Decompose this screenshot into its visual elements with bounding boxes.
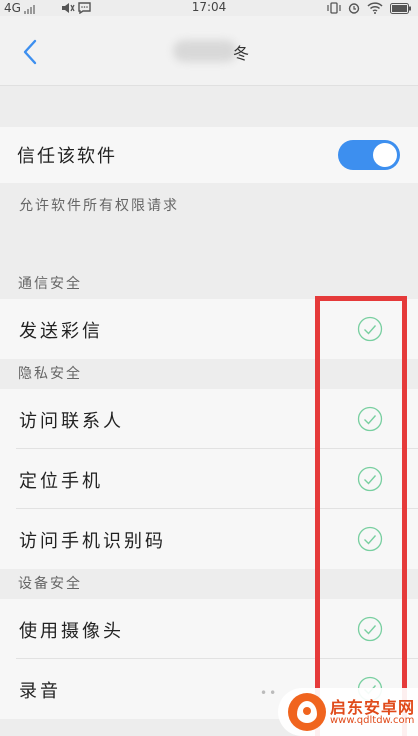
toggle-knob: [373, 143, 397, 167]
trust-app-label: 信任该软件: [17, 146, 117, 167]
permission-label: 使用摄像头: [19, 621, 124, 642]
permission-label: 录音: [19, 681, 61, 702]
permission-row-send-mms[interactable]: 发送彩信: [0, 299, 418, 359]
permission-label: 访问联系人: [19, 411, 124, 432]
trust-app-row: 信任该软件: [0, 127, 418, 183]
title-glyph: 冬: [233, 44, 250, 63]
battery-icon: [390, 2, 411, 14]
section-header-device: 设备安全: [18, 576, 82, 592]
watermark-dots: ••: [260, 686, 279, 700]
section-header-privacy: 隐私安全: [18, 366, 82, 382]
chevron-left-icon: [23, 39, 37, 65]
permission-label: 定位手机: [19, 471, 103, 492]
nav-bar: 冬: [0, 16, 418, 86]
check-circle-icon: [357, 616, 383, 642]
permission-label: 发送彩信: [19, 321, 103, 342]
watermark-logo-icon: [288, 693, 326, 731]
status-right: [327, 0, 412, 16]
permission-row-device-id[interactable]: 访问手机识别码: [0, 509, 418, 569]
permission-row-location[interactable]: 定位手机: [0, 449, 418, 509]
wifi-icon: [367, 2, 383, 14]
redacted-title: [173, 40, 237, 62]
permission-row-contacts[interactable]: 访问联系人: [0, 389, 418, 449]
check-circle-icon: [357, 406, 383, 432]
status-bar: 4G 17:04: [0, 0, 418, 16]
back-button[interactable]: [18, 36, 46, 68]
app-title: 冬: [165, 38, 255, 64]
alarm-icon: [348, 3, 360, 14]
check-circle-icon: [357, 316, 383, 342]
site-watermark: •• 启东安卓网 www.qdltdw.com: [260, 686, 418, 736]
watermark-url: www.qdltdw.com: [330, 715, 415, 726]
check-circle-icon: [357, 466, 383, 492]
check-circle-icon: [357, 526, 383, 552]
trust-app-toggle[interactable]: [338, 140, 400, 170]
vibrate-icon: [327, 2, 341, 14]
section-header-communication: 通信安全: [18, 276, 82, 292]
permission-label: 访问手机识别码: [19, 531, 166, 552]
trust-app-description: 允许软件所有权限请求: [19, 198, 179, 214]
permission-row-camera[interactable]: 使用摄像头: [0, 599, 418, 659]
